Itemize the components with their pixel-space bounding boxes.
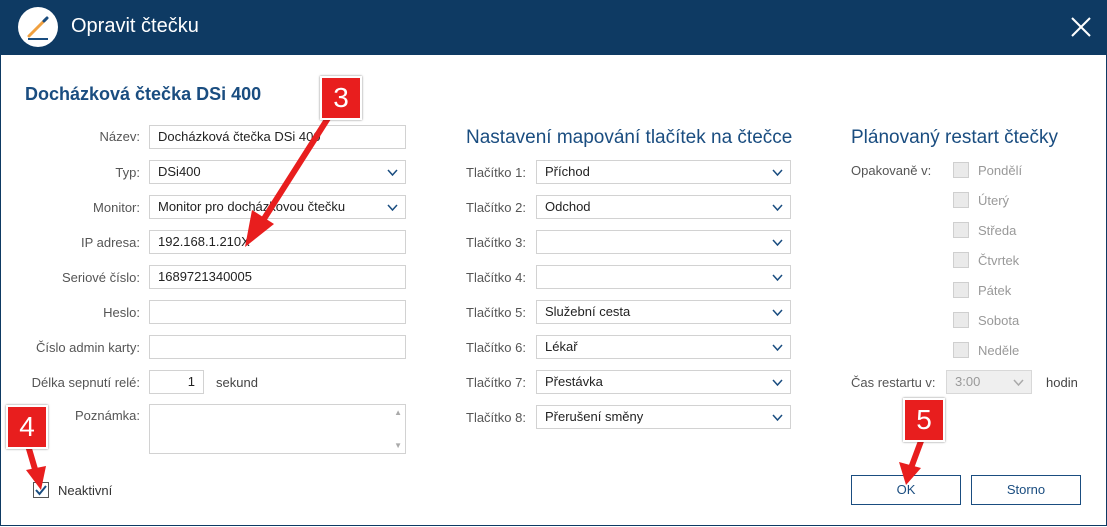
annotation-badge-4: 4 — [6, 405, 48, 449]
arrow-4-head — [26, 466, 46, 490]
annotation-arrows — [24, 112, 927, 490]
annotation-badge-3: 3 — [320, 76, 362, 120]
annotation-badge-5: 5 — [903, 398, 945, 442]
arrow-3 — [259, 112, 333, 225]
arrow-5-head — [899, 462, 921, 485]
